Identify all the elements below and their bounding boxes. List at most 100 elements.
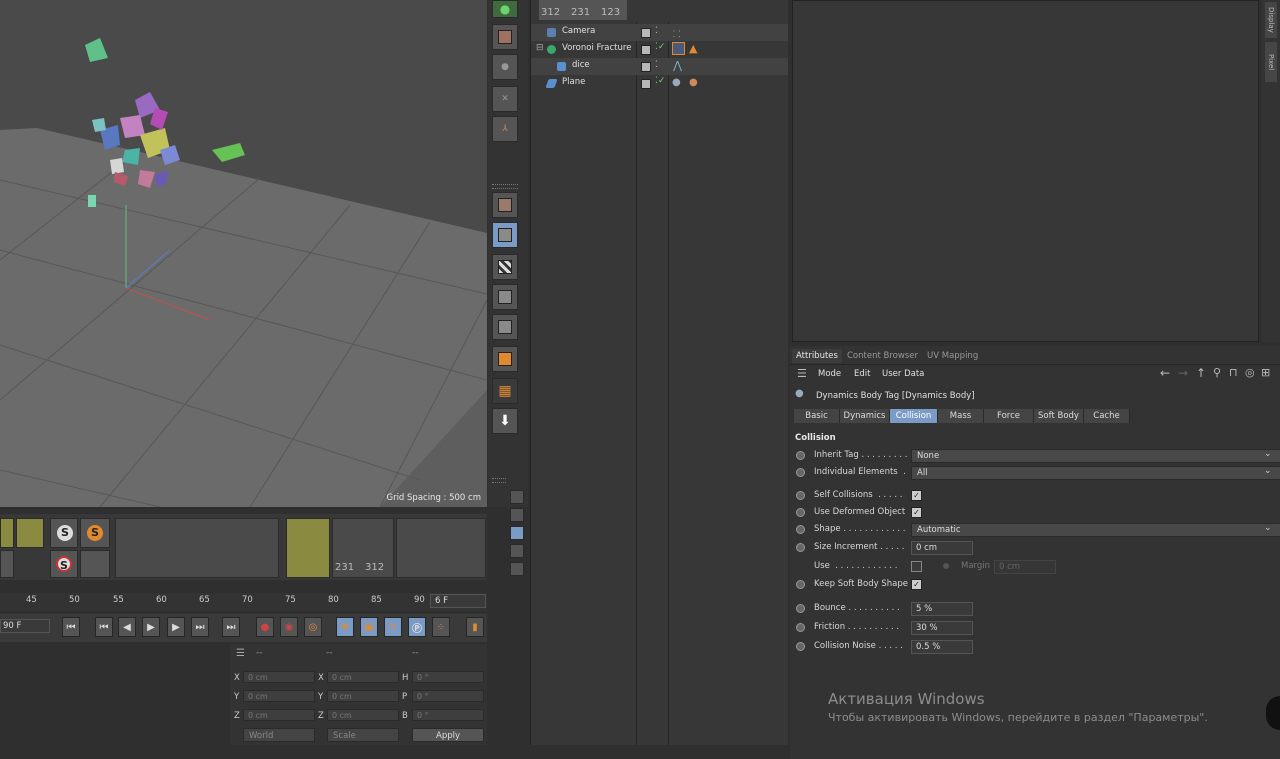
animate-dot[interactable] [796,468,805,477]
subtab-soft-body[interactable]: Soft Body [1034,409,1084,423]
material-tag-icon[interactable]: ● [689,77,698,88]
pixel-tab[interactable]: Pixel [1265,42,1277,82]
search-icon[interactable]: ⚲ [1213,366,1221,379]
small-tool-2[interactable] [510,508,524,522]
enabled-check-icon[interactable]: ⁚✓ [655,76,665,86]
subtab-force[interactable]: Force [984,409,1034,423]
texture-mode-button[interactable] [492,254,518,280]
model-button[interactable] [492,24,518,50]
tool-box-a[interactable] [0,518,14,548]
world-dropdown[interactable]: World [243,728,315,742]
object-row-voronoi-fracture[interactable]: ⊟ Voronoi Fracture ⁚✓ ▲ [531,41,788,58]
forward-arrow-icon[interactable]: → [1178,366,1188,380]
menu-mode[interactable]: Mode [818,369,841,379]
friction-field[interactable]: 30 % [911,621,973,635]
subtab-mass[interactable]: Mass [938,409,984,423]
apply-button[interactable]: Apply [412,728,484,742]
back-arrow-icon[interactable]: ← [1160,366,1170,380]
play-button[interactable]: ▶ [142,617,160,637]
animate-dot[interactable] [796,604,805,613]
strip-grip[interactable] [492,184,518,189]
phong-tag-icon[interactable]: ▲ [689,42,697,55]
small-tool-3[interactable] [510,526,524,540]
collider-tag-icon[interactable]: ● [672,77,681,88]
object-row-dice[interactable]: dice ⁚ ⋀ [531,58,788,75]
tab-uv-mapping[interactable]: UV Mapping [923,349,982,363]
animate-dot[interactable] [796,508,805,517]
target-tag-icon[interactable]: ⸬ [673,27,680,40]
viewport[interactable]: Grid Spacing : 500 cm [0,0,487,507]
target-icon[interactable]: ◎ [1245,366,1255,379]
editor-visibility-toggle[interactable] [641,79,651,89]
use-checkbox[interactable] [911,561,922,572]
phong-tag-icon[interactable]: ⋀ [673,59,682,72]
new-panel-icon[interactable]: ⊞ [1261,366,1270,379]
keep-soft-body-checkbox[interactable]: ✓ [911,579,922,590]
animate-dot[interactable] [796,525,805,534]
next-key-button[interactable]: ⏭ [191,617,209,637]
strip-grip-lower[interactable] [492,478,506,483]
key-scale-button[interactable]: ▣ [360,617,378,637]
animate-dot[interactable] [796,623,805,632]
go-start-button[interactable]: ⏮ [62,617,80,637]
margin-field[interactable]: 0 cm [994,560,1056,574]
menu-user-data[interactable]: User Data [882,369,924,379]
scheme-button[interactable]: ▮ [466,617,484,637]
s-button-1[interactable]: S [50,518,78,548]
current-frame-field[interactable]: 6 F [430,594,486,608]
go-end-button[interactable]: ⏭ [222,617,240,637]
s-button-2[interactable]: S [80,518,110,548]
green-tool-button[interactable]: ● [492,0,518,18]
autokey-button[interactable]: ◉ [280,617,298,637]
inherit-tag-dropdown[interactable]: None [911,449,1280,463]
display-tab[interactable]: Display [1265,2,1277,38]
key-position-button[interactable]: ✥ [336,617,354,637]
prev-key-button[interactable]: ⏮ [95,617,113,637]
dynamics-tag-icon[interactable] [672,42,685,55]
render-region-button[interactable] [80,550,110,578]
points-button[interactable]: ✕ [492,86,518,112]
deformer-group[interactable] [286,518,330,578]
tool-box-c[interactable] [0,550,14,578]
primitive-tools[interactable] [115,518,279,578]
size-increment-field[interactable]: 0 cm [911,541,973,555]
axis-button[interactable]: ⅄ [492,116,518,142]
subtab-basic[interactable]: Basic [794,409,840,423]
animate-dot[interactable] [796,491,805,500]
point-mode-button[interactable] [492,284,518,310]
small-tool-1[interactable] [510,490,524,504]
menu-icon[interactable]: ☰ [236,648,245,659]
tab-attributes[interactable]: Attributes [792,349,842,363]
size-z-field[interactable]: 0 cm [327,709,399,721]
polygon-mode-button[interactable] [492,346,518,372]
key-param-button[interactable]: Ⓟ [408,617,426,637]
lock-icon[interactable]: ⊓ [1229,366,1238,379]
subtab-dynamics[interactable]: Dynamics [840,409,890,423]
bounce-field[interactable]: 5 % [911,602,973,616]
expand-icon[interactable]: ⊟ [536,43,544,53]
enabled-check-icon[interactable]: ⁚✓ [655,42,665,52]
position-z-field[interactable]: 0 cm [243,709,315,721]
prev-frame-button[interactable]: ◀ [118,617,136,637]
shape-dropdown[interactable]: Automatic [911,523,1280,537]
record-button[interactable]: ● [256,617,274,637]
tab-content-browser[interactable]: Content Browser [843,349,922,363]
self-collisions-checkbox[interactable]: ✓ [911,490,922,501]
subtab-collision[interactable]: Collision [890,409,938,423]
s-button-3[interactable]: S [50,550,78,578]
editor-visibility-toggle[interactable] [641,62,651,72]
tool-box-b[interactable] [16,518,44,548]
workplane-button[interactable]: ▦ [492,378,518,404]
menu-icon[interactable]: ☰ [797,367,807,380]
individual-elements-dropdown[interactable]: All [911,466,1280,480]
keyframe-selection-button[interactable]: ◎ [304,617,322,637]
size-y-field[interactable]: 0 cm [327,690,399,702]
dots-icon[interactable]: ⁚ [655,26,658,36]
array-group[interactable]: 231 312 [332,518,394,578]
object-mode-button[interactable] [492,222,518,248]
snap-button[interactable]: ⬇ [492,408,518,434]
use-deformed-checkbox[interactable]: ✓ [911,507,922,518]
rotation-b-field[interactable]: 0 ° [412,709,484,721]
position-x-field[interactable]: 0 cm [243,671,315,683]
edge-mode-button[interactable] [492,314,518,340]
